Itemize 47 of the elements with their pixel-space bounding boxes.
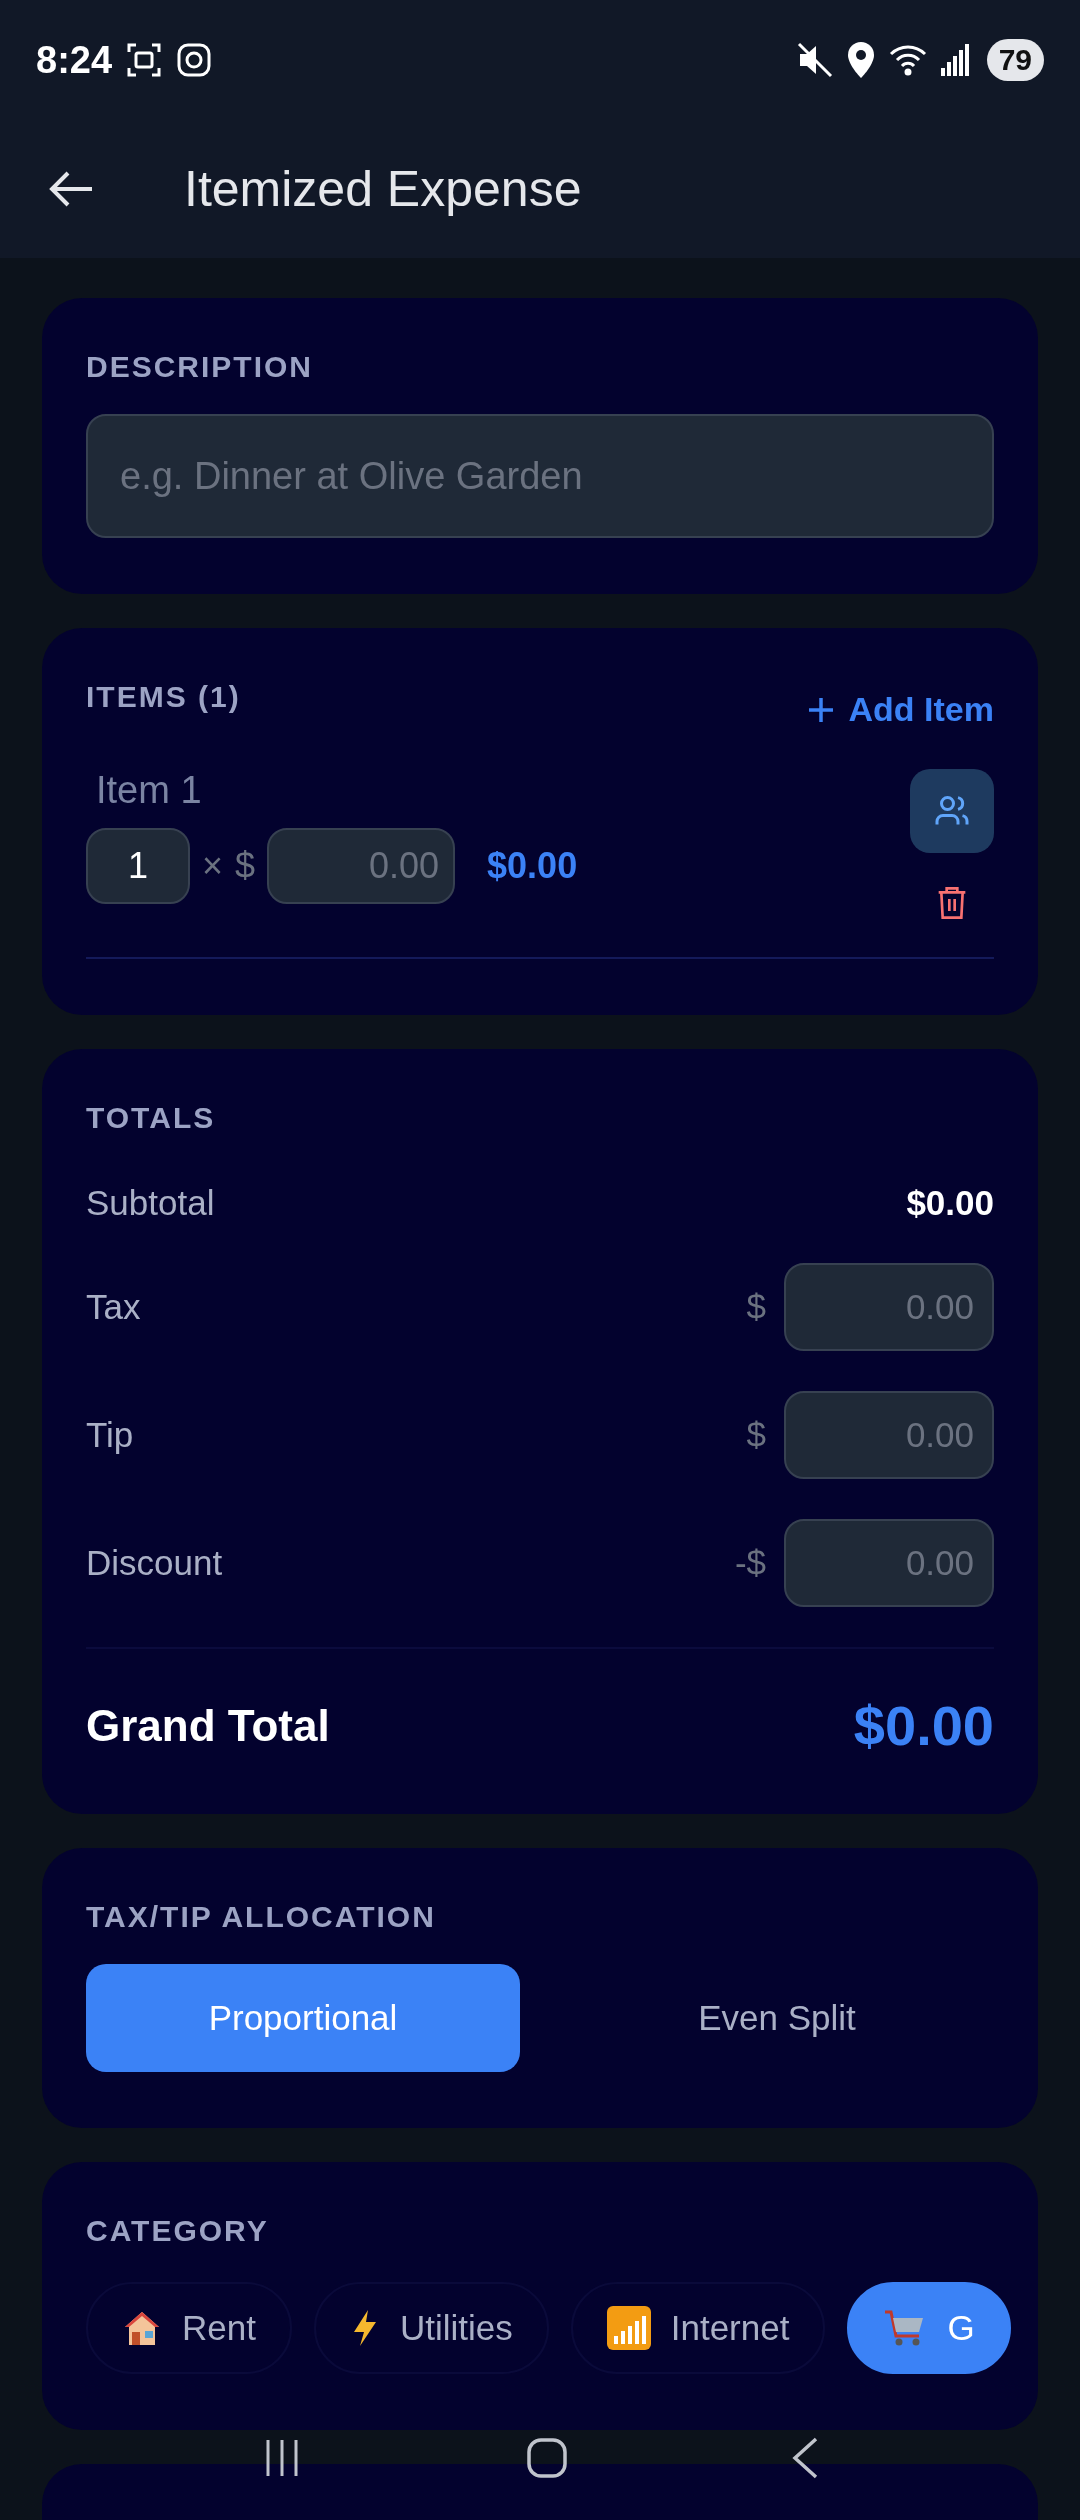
amount-field[interactable]: 0.00 — [784, 1519, 994, 1607]
currency-prefix: $ — [746, 1287, 766, 1327]
back-nav-button[interactable] — [792, 2437, 818, 2479]
page-title: Itemized Expense — [184, 160, 582, 218]
section-label: ITEMS (1) — [86, 680, 241, 714]
amount-field[interactable]: 0.00 — [784, 1263, 994, 1351]
delete-button[interactable] — [936, 885, 968, 921]
category-chip[interactable]: Utilities — [313, 2282, 549, 2374]
wifi-icon — [888, 44, 927, 76]
currency-prefix: -$ — [734, 1543, 766, 1583]
camera-app-icon — [176, 42, 213, 78]
screenshot-icon — [126, 42, 163, 78]
status-time: 8:24 — [36, 38, 113, 82]
currency-sign: $ — [235, 845, 256, 887]
total-field-label: Discount — [86, 1543, 223, 1583]
grand-total-value: $0.00 — [853, 1693, 994, 1758]
section-label: DESCRIPTION — [86, 350, 315, 384]
item-amount: $0.00 — [487, 845, 578, 887]
allocation-option[interactable]: Even Split — [560, 1964, 994, 2072]
battery-level: 79 — [986, 39, 1044, 81]
multiply-sign: × — [202, 845, 224, 887]
location-icon — [846, 42, 875, 78]
split-people-button[interactable] — [910, 769, 994, 853]
add-item-button[interactable]: Add Item — [806, 690, 994, 729]
signal-bars-icon — [606, 2306, 651, 2350]
category-chip[interactable]: Internet — [570, 2282, 826, 2374]
section-label: TOTALS — [86, 1101, 217, 1135]
home-button[interactable] — [526, 2437, 568, 2479]
amount-field[interactable]: 0.00 — [784, 1391, 994, 1479]
description-field[interactable]: e.g. Dinner at Olive Garden — [86, 414, 994, 538]
plus-icon — [806, 695, 835, 724]
section-label: TAX/TIP ALLOCATION — [86, 1900, 437, 1934]
total-field-label: Tip — [86, 1415, 134, 1455]
subtotal-label: Subtotal — [86, 1183, 215, 1223]
category-chip[interactable]: G — [847, 2282, 1011, 2374]
allocation-option[interactable]: Proportional — [86, 1964, 520, 2072]
total-field-label: Tax — [86, 1287, 141, 1327]
currency-prefix: $ — [746, 1415, 766, 1455]
price-field[interactable]: 0.00 — [267, 828, 456, 904]
grand-total-label: Grand Total — [86, 1700, 330, 1751]
item-name: Item 1 — [96, 769, 203, 812]
back-button[interactable] — [48, 169, 94, 209]
quantity-field[interactable]: 1 — [86, 828, 190, 904]
mute-icon — [796, 42, 833, 78]
subtotal-value: $0.00 — [906, 1183, 994, 1223]
section-label: CATEGORY — [86, 2214, 270, 2248]
category-chip[interactable]: Rent — [86, 2282, 292, 2374]
